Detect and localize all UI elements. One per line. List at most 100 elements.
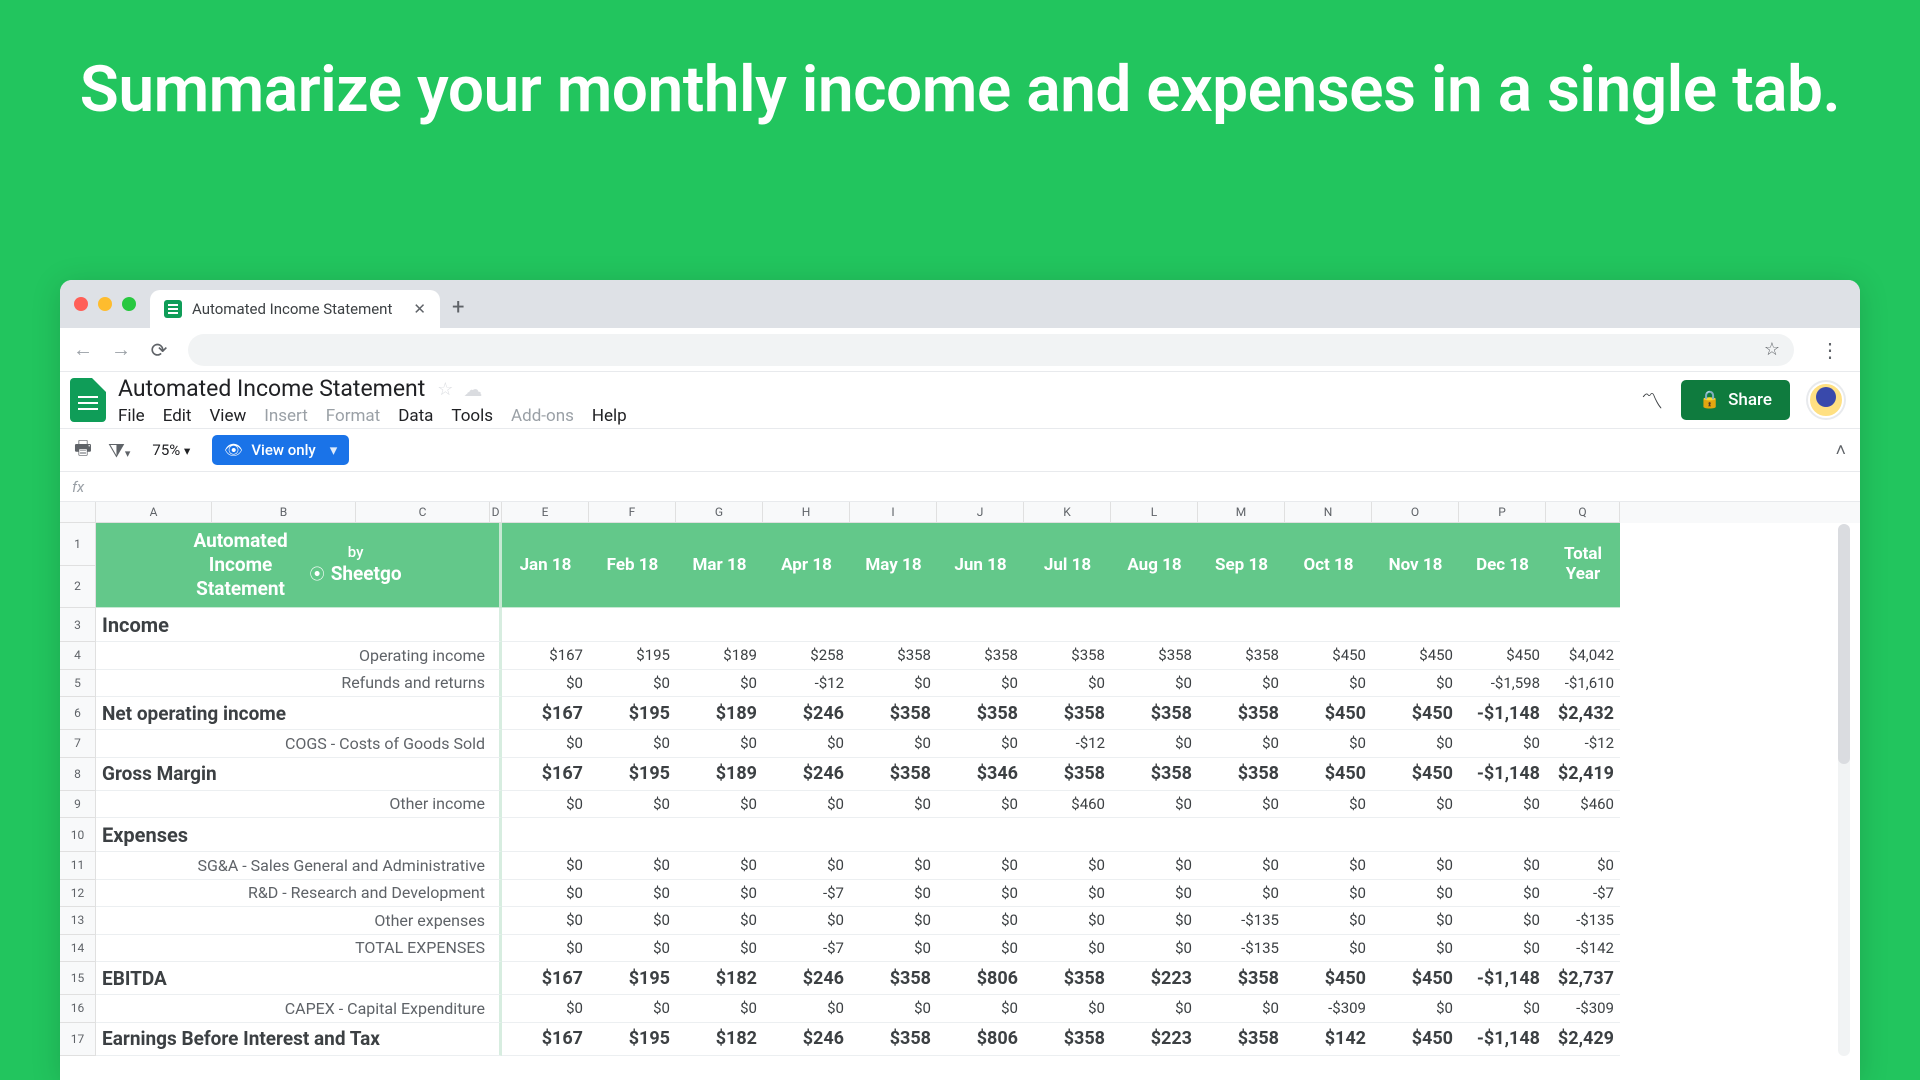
row-number[interactable]: 2 (60, 566, 96, 609)
row-label[interactable]: Other income (96, 791, 502, 819)
cell[interactable] (502, 818, 589, 852)
cell[interactable]: $460 (1024, 791, 1111, 819)
cell[interactable]: $0 (1372, 880, 1459, 908)
cell[interactable]: $806 (937, 1023, 1024, 1056)
row-label[interactable]: Net operating income (96, 697, 502, 730)
cell[interactable]: $450 (1372, 642, 1459, 670)
cell[interactable]: $0 (1372, 730, 1459, 758)
cell[interactable]: $182 (676, 1023, 763, 1056)
cell[interactable]: $0 (763, 995, 850, 1023)
cell[interactable]: $358 (937, 642, 1024, 670)
cell[interactable]: $0 (937, 935, 1024, 963)
cell[interactable]: $0 (1459, 995, 1546, 1023)
col-header-D[interactable]: D (490, 502, 502, 523)
print-icon[interactable]: 🖶 (74, 434, 92, 466)
cell[interactable]: $0 (1285, 670, 1372, 698)
maximize-window-icon[interactable] (122, 297, 136, 311)
cell[interactable] (676, 818, 763, 852)
url-input[interactable]: ☆ (188, 334, 1794, 366)
cell[interactable]: $0 (676, 995, 763, 1023)
row-label[interactable]: Earnings Before Interest and Tax (96, 1023, 502, 1056)
cell[interactable]: $0 (502, 880, 589, 908)
move-doc-icon[interactable]: ☁ (463, 378, 482, 401)
col-header-I[interactable]: I (850, 502, 937, 523)
cell[interactable]: $0 (1459, 791, 1546, 819)
cell[interactable]: $0 (1459, 852, 1546, 880)
cell[interactable]: $0 (589, 670, 676, 698)
cell-total[interactable]: -$7 (1546, 880, 1620, 908)
col-header-L[interactable]: L (1111, 502, 1198, 523)
minimize-window-icon[interactable] (98, 297, 112, 311)
filter-icon[interactable]: ⧩▾ (108, 439, 130, 462)
cell[interactable]: $0 (676, 852, 763, 880)
menu-view[interactable]: View (209, 406, 246, 426)
select-all-cell[interactable] (60, 502, 96, 523)
col-header-K[interactable]: K (1024, 502, 1111, 523)
cell[interactable]: $0 (676, 880, 763, 908)
back-icon[interactable]: ← (70, 337, 96, 362)
row-number[interactable]: 4 (60, 642, 96, 670)
row-number[interactable]: 3 (60, 608, 96, 642)
cell[interactable] (589, 818, 676, 852)
cell[interactable]: $0 (589, 730, 676, 758)
cell[interactable]: $0 (1111, 907, 1198, 935)
cell[interactable]: -$12 (763, 670, 850, 698)
cell[interactable]: $0 (937, 880, 1024, 908)
cell[interactable]: $0 (850, 907, 937, 935)
cell[interactable]: $246 (763, 1023, 850, 1056)
cell[interactable]: $0 (1372, 995, 1459, 1023)
cell[interactable]: $0 (502, 791, 589, 819)
menu-data[interactable]: Data (398, 406, 433, 426)
cell[interactable]: -$135 (1198, 907, 1285, 935)
cell[interactable]: $0 (502, 852, 589, 880)
row-number[interactable]: 13 (60, 907, 96, 935)
cell[interactable] (1459, 818, 1546, 852)
cell[interactable] (676, 608, 763, 642)
cell-total[interactable]: -$135 (1546, 907, 1620, 935)
row-number[interactable]: 16 (60, 995, 96, 1023)
cell[interactable] (1372, 608, 1459, 642)
cell[interactable]: $450 (1372, 758, 1459, 791)
cell-total[interactable]: -$1,610 (1546, 670, 1620, 698)
cell[interactable]: $0 (1111, 791, 1198, 819)
cell-total[interactable]: -$12 (1546, 730, 1620, 758)
menu-file[interactable]: File (118, 406, 145, 426)
col-header-E[interactable]: E (502, 502, 589, 523)
cell[interactable]: $358 (1024, 962, 1111, 995)
cell[interactable]: $0 (676, 730, 763, 758)
cell[interactable]: $0 (589, 880, 676, 908)
cell[interactable]: $0 (1285, 791, 1372, 819)
cell[interactable]: -$7 (763, 880, 850, 908)
cell[interactable]: $0 (850, 791, 937, 819)
cell[interactable]: $142 (1285, 1023, 1372, 1056)
cell-total[interactable]: -$142 (1546, 935, 1620, 963)
cell[interactable]: $0 (937, 670, 1024, 698)
cell[interactable] (1111, 608, 1198, 642)
cell[interactable]: $195 (589, 962, 676, 995)
spreadsheet-grid[interactable]: ABCDEFGHIJKLMNOPQ 1 2 Automated Income S… (60, 502, 1860, 1056)
menu-add-ons[interactable]: Add-ons (511, 406, 574, 426)
cell[interactable]: $358 (1024, 1023, 1111, 1056)
menu-tools[interactable]: Tools (451, 406, 493, 426)
account-avatar[interactable] (1808, 382, 1844, 418)
cell[interactable]: $358 (937, 697, 1024, 730)
cell[interactable] (502, 608, 589, 642)
cell-total[interactable]: $2,432 (1546, 697, 1620, 730)
cell-total[interactable]: $4,042 (1546, 642, 1620, 670)
cell[interactable]: $0 (937, 907, 1024, 935)
view-only-button[interactable]: 👁 View only ▾ (212, 435, 349, 465)
row-label[interactable]: CAPEX - Capital Expenditure (96, 995, 502, 1023)
cell[interactable] (763, 608, 850, 642)
cell[interactable]: $0 (502, 730, 589, 758)
col-header-J[interactable]: J (937, 502, 1024, 523)
cell[interactable]: $450 (1372, 962, 1459, 995)
cell[interactable]: $450 (1285, 642, 1372, 670)
star-doc-icon[interactable]: ☆ (437, 379, 453, 400)
cell[interactable]: $0 (676, 791, 763, 819)
cell[interactable] (850, 608, 937, 642)
cell[interactable]: $0 (937, 730, 1024, 758)
cell-total[interactable] (1546, 818, 1620, 852)
cell[interactable]: $0 (850, 670, 937, 698)
cell[interactable]: $0 (1111, 880, 1198, 908)
cell[interactable] (1372, 818, 1459, 852)
